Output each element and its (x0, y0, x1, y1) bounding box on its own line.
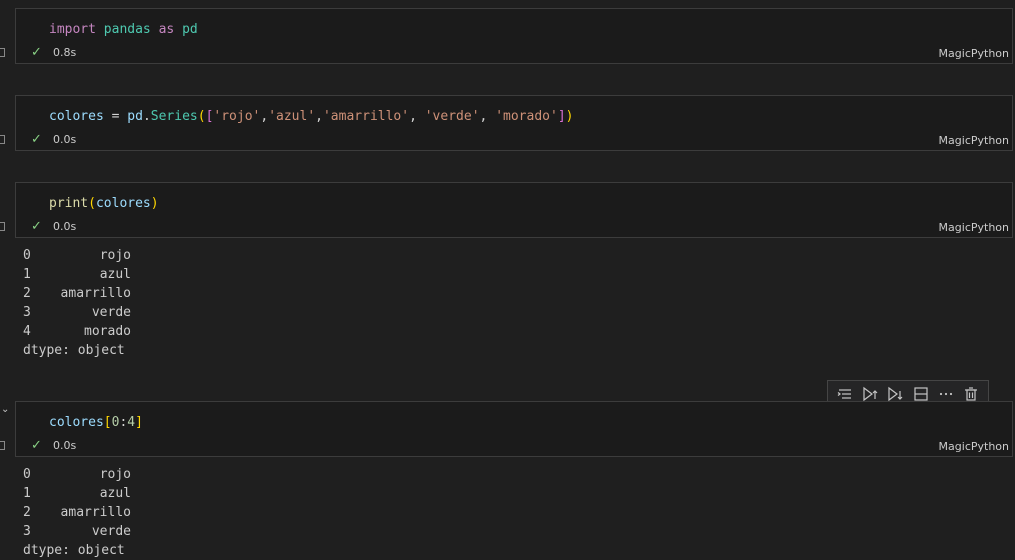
code-token: , (315, 109, 323, 124)
code-token: [ (103, 415, 112, 430)
code-token: print (49, 196, 89, 211)
cell-gutter-marker[interactable] (0, 48, 5, 57)
code-cell-3[interactable]: print(colores) ✓ 0.0s MagicPython (15, 182, 1013, 238)
code-token: 'morado' (495, 109, 558, 124)
cell-gutter-marker[interactable] (0, 135, 5, 144)
execution-status: ✓ 0.0s (31, 219, 76, 234)
code-token: import (49, 22, 96, 37)
output-index: 2 (23, 505, 31, 520)
code-token: ( (88, 196, 96, 211)
output-value: azul (99, 267, 131, 282)
output-value: morado (84, 324, 131, 339)
check-icon: ✓ (31, 132, 42, 147)
code-token: ) (150, 196, 159, 211)
output-dtype: dtype: object (23, 343, 125, 358)
language-label[interactable]: MagicPython (939, 440, 1009, 453)
code-token: pandas (103, 22, 151, 37)
code-token: Series (150, 109, 198, 124)
output-dtype: dtype: object (23, 543, 125, 558)
code-token: colores (49, 415, 104, 430)
check-icon: ✓ (31, 219, 42, 234)
output-index: 0 (23, 467, 31, 482)
code-token: 'amarrillo' (322, 109, 410, 124)
language-label[interactable]: MagicPython (939, 47, 1009, 60)
output-row: 0 rojo (23, 246, 131, 265)
code-token: ) (565, 109, 574, 124)
notebook: import pandas as pd ✓ 0.8s MagicPython c… (0, 0, 1015, 560)
code-token: 4 (127, 415, 136, 430)
code-cell-1[interactable]: import pandas as pd ✓ 0.8s MagicPython (15, 8, 1013, 64)
cell-gutter-marker[interactable] (0, 441, 5, 450)
output-index: 4 (23, 324, 31, 339)
output-index: 3 (23, 305, 31, 320)
output-value: azul (99, 486, 131, 501)
execution-status: ✓ 0.8s (31, 45, 76, 60)
output-value: rojo (99, 467, 131, 482)
code-token: ] (557, 109, 566, 124)
output-index: 1 (23, 267, 31, 282)
code-token: , (260, 109, 269, 124)
output-value: rojo (99, 248, 131, 263)
code-token: colores (49, 109, 104, 124)
cell-code[interactable]: colores[0:4] (49, 415, 143, 430)
code-token: colores (95, 196, 151, 211)
check-icon: ✓ (31, 438, 42, 453)
code-token: ] (135, 415, 143, 430)
code-cell-4[interactable]: colores[0:4] ✓ 0.0s MagicPython (15, 401, 1013, 457)
output-row: 1 azul (23, 484, 131, 503)
execution-time: 0.0s (53, 220, 77, 233)
language-label[interactable]: MagicPython (939, 134, 1009, 147)
code-token: ( (197, 109, 206, 124)
output-row: 3 verde (23, 522, 131, 541)
code-token: 'verde' (424, 109, 480, 124)
code-token: , (479, 109, 496, 124)
language-label[interactable]: MagicPython (939, 221, 1009, 234)
code-token: 'rojo' (213, 109, 261, 124)
chevron-down-icon[interactable]: ⌄ (1, 404, 9, 415)
output-row: 3 verde (23, 303, 131, 322)
output-index: 0 (23, 248, 31, 263)
output-row: 1 azul (23, 265, 131, 284)
output-row: 4 morado (23, 322, 131, 341)
cell-output: 0 rojo 1 azul 2 amarrillo 3 verde dtype: object (23, 465, 131, 560)
cell-output: 0 rojo 1 azul 2 amarrillo 3 verde 4 morado dtype: … (23, 246, 131, 360)
execution-time: 0.0s (53, 439, 77, 452)
code-cell-2[interactable]: colores = pd.Series(['rojo','azul','amar… (15, 95, 1013, 151)
execution-status: ✓ 0.0s (31, 438, 76, 453)
execution-time: 0.0s (53, 133, 77, 146)
execution-status: ✓ 0.0s (31, 132, 76, 147)
cell-code[interactable]: print(colores) (49, 196, 159, 211)
output-value: verde (91, 305, 131, 320)
output-value: amarrillo (60, 505, 131, 520)
code-token: pd (182, 22, 198, 37)
code-token: pd (127, 109, 143, 124)
code-token: , (409, 109, 425, 124)
output-row: 2 amarrillo (23, 503, 131, 522)
code-token: . (142, 109, 151, 124)
output-value: verde (91, 524, 131, 539)
output-index: 3 (23, 524, 31, 539)
output-index: 1 (23, 486, 31, 501)
output-value: amarrillo (60, 286, 131, 301)
code-token: = (103, 109, 128, 124)
output-row: 2 amarrillo (23, 284, 131, 303)
check-icon: ✓ (31, 45, 42, 60)
cell-gutter-marker[interactable] (0, 222, 5, 231)
code-token: 'azul' (268, 109, 316, 124)
code-token: as (158, 22, 175, 37)
output-row: 0 rojo (23, 465, 131, 484)
cell-code[interactable]: import pandas as pd (49, 22, 198, 37)
execution-time: 0.8s (53, 46, 77, 59)
cell-code[interactable]: colores = pd.Series(['rojo','azul','amar… (49, 109, 573, 124)
output-index: 2 (23, 286, 31, 301)
